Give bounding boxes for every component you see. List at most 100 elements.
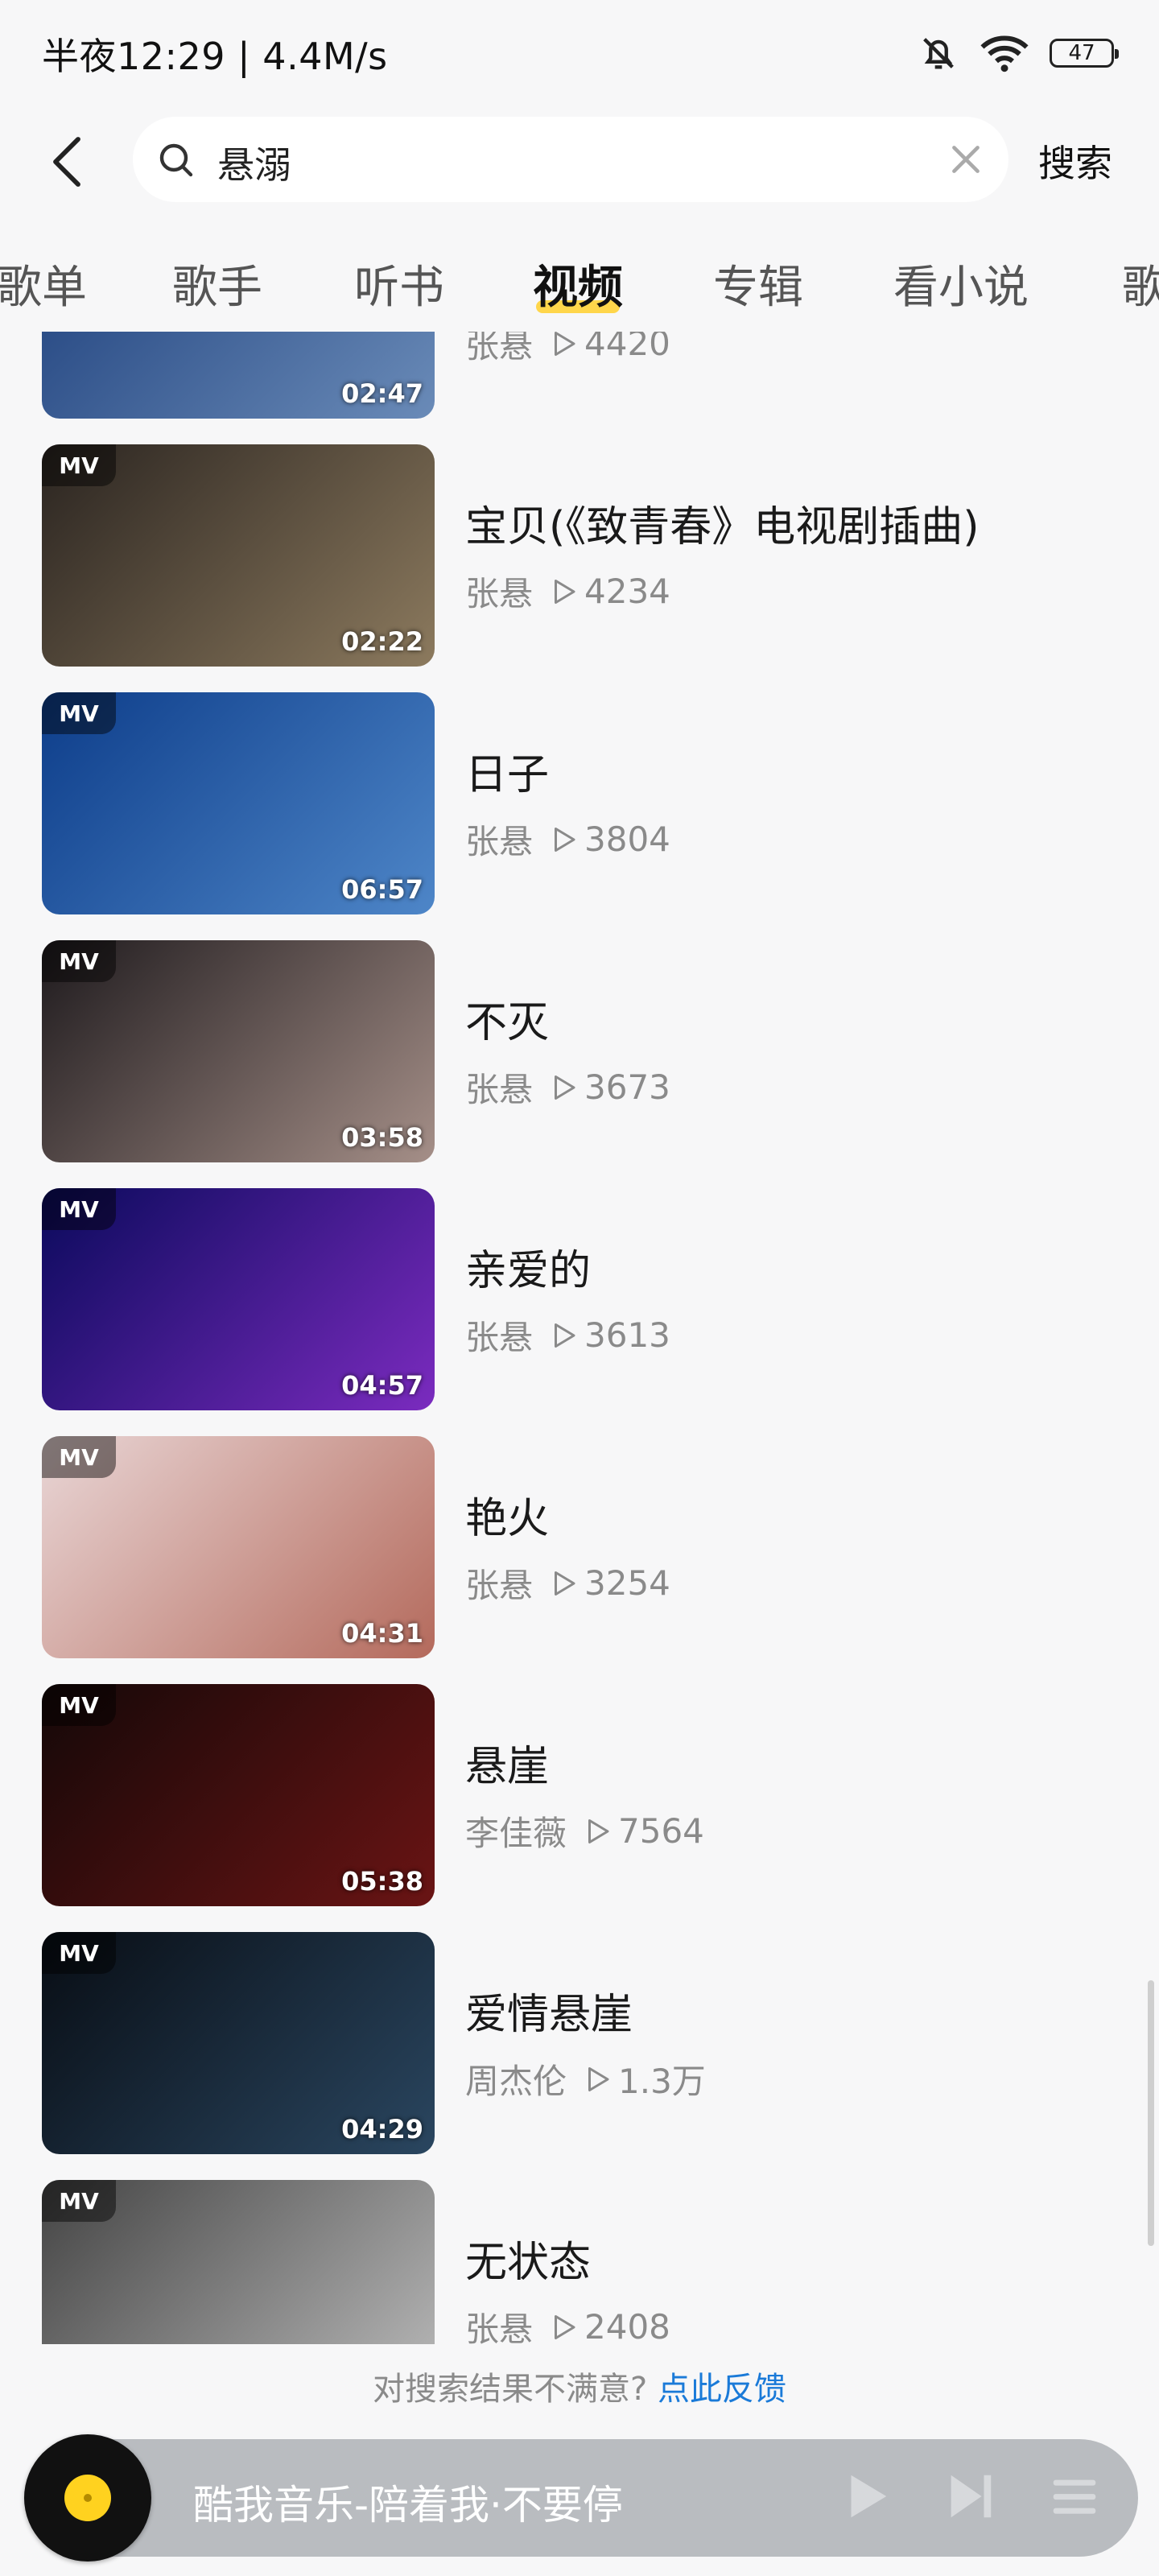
scrollbar[interactable] [1148,1980,1154,2246]
video-play-count: 1.3万 [618,2062,706,2101]
video-artist: 张悬 [465,2310,534,2344]
video-thumbnail[interactable]: MV 02:47 [42,332,435,419]
mv-badge: MV [42,692,116,734]
play-count-icon [555,579,575,604]
status-time: 半夜12:29 | 4.4M/s [42,35,388,78]
video-thumbnail[interactable]: MV 04:31 [42,1436,435,1658]
video-meta: 张悬 3613 [465,1311,670,1360]
mv-badge: MV [42,2180,116,2222]
back-arrow-icon[interactable] [47,135,87,188]
video-meta: 张悬 2408 [465,2302,670,2344]
video-meta: 张悬 3804 [465,815,670,864]
video-artist: 张悬 [465,822,534,861]
play-icon[interactable] [837,2468,893,2524]
video-item[interactable]: MV 04:29 爱情悬崖 周杰伦 1.3万 [0,1932,1159,2154]
tab-lyrics[interactable]: 歌 [1122,251,1159,316]
video-play-count: 4420 [584,332,670,363]
video-artist: 张悬 [465,1566,534,1605]
play-count-icon [555,1075,575,1100]
video-item[interactable]: MV 03:58 不灭 张悬 3673 [0,940,1159,1162]
video-title: 无状态 [465,2239,592,2287]
play-count-icon [588,2066,609,2091]
video-thumbnail[interactable]: MV 04:29 [42,1932,435,2154]
video-play-count: 3254 [584,1563,670,1603]
video-title: 不灭 [465,999,550,1047]
search-header: 悬溺 搜索 [0,113,1159,209]
play-count-icon [555,1323,575,1348]
bell-muted-icon [923,38,954,69]
video-item[interactable]: MV 04:31 艳火 张悬 3254 [0,1436,1159,1658]
search-icon [159,143,193,177]
video-meta: 周杰伦 1.3万 [465,2054,706,2103]
feedback-link[interactable]: 点此反馈 [658,2371,786,2408]
video-artist: 李佳薇 [465,1814,567,1853]
video-item[interactable]: MV 02:22 宝贝(《致青春》电视剧插曲) 张悬 4234 [0,444,1159,667]
mv-badge: MV [42,940,116,982]
mv-badge: MV [42,1188,116,1230]
video-duration: 04:31 [341,1618,423,1649]
clear-icon[interactable] [946,139,986,180]
category-tabs: 歌单 歌手 听书 视频 专辑 看小说 歌 [0,242,1159,322]
video-item[interactable]: MV 06:57 日子 张悬 3804 [0,692,1159,914]
video-duration: 04:29 [341,2114,423,2145]
video-artist: 张悬 [465,1070,534,1109]
tab-singer[interactable]: 歌手 [172,251,262,316]
playlist-icon[interactable] [1046,2468,1103,2524]
mv-badge: MV [42,444,116,486]
video-duration: 02:22 [341,626,423,657]
tab-video[interactable]: 视频 [533,251,623,316]
status-icons: 47 [918,29,1119,77]
video-item[interactable]: MV 无状态 张悬 2408 [0,2180,1159,2344]
video-duration: 06:57 [341,874,423,905]
video-title: 宝贝(《致青春》电视剧插曲) [465,503,980,551]
mv-badge: MV [42,1436,116,1478]
video-artist: 张悬 [465,574,534,613]
album-disc-icon[interactable] [24,2434,151,2562]
video-item[interactable]: MV 02:47 张悬 4420 [0,332,1159,419]
feedback-text: 对搜索结果不满意? [373,2371,648,2408]
tab-novel[interactable]: 看小说 [893,251,1029,316]
video-play-count: 7564 [618,1811,704,1851]
video-thumbnail[interactable]: MV 04:57 [42,1188,435,1410]
tab-playlist[interactable]: 歌单 [0,251,87,316]
video-meta: 张悬 4420 [465,332,670,368]
tab-audiobook[interactable]: 听书 [354,251,444,316]
video-meta: 李佳薇 7564 [465,1806,704,1856]
video-thumbnail[interactable]: MV 05:38 [42,1684,435,1906]
search-query[interactable]: 悬溺 [217,136,291,189]
search-button[interactable]: 搜索 [1038,134,1112,188]
wifi-icon [980,35,1029,72]
video-duration: 02:47 [341,378,423,409]
video-play-count: 3673 [584,1067,670,1107]
video-list: MV 02:47 张悬 4420 MV 02:22 宝贝(《致青春》电视剧插曲)… [0,332,1159,2344]
video-meta: 张悬 4234 [465,567,670,616]
video-thumbnail[interactable]: MV 06:57 [42,692,435,914]
play-count-icon [555,2314,575,2339]
video-play-count: 4234 [584,572,670,611]
search-input[interactable]: 悬溺 [133,117,1008,202]
video-item[interactable]: MV 05:38 悬崖 李佳薇 7564 [0,1684,1159,1906]
status-bar: 半夜12:29 | 4.4M/s 47 [0,0,1159,105]
video-title: 悬崖 [465,1743,550,1791]
video-title: 亲爱的 [465,1247,592,1295]
video-duration: 04:57 [341,1370,423,1401]
video-duration: 05:38 [341,1866,423,1897]
tab-album[interactable]: 专辑 [713,251,803,316]
video-thumbnail[interactable]: MV 03:58 [42,940,435,1162]
video-title: 日子 [465,751,550,799]
video-duration: 03:58 [341,1122,423,1153]
mv-badge: MV [42,1932,116,1974]
play-count-icon [555,827,575,852]
mv-badge: MV [42,1684,116,1726]
video-thumbnail[interactable]: MV 02:22 [42,444,435,667]
video-thumbnail[interactable]: MV [42,2180,435,2344]
play-count-icon [588,1818,609,1843]
mini-player[interactable]: 酷我音乐-陪着我·不要停 [24,2434,1138,2562]
video-play-count: 3804 [584,819,670,859]
video-item[interactable]: MV 04:57 亲爱的 张悬 3613 [0,1188,1159,1410]
player-now-playing[interactable]: 酷我音乐-陪着我·不要停 [193,2473,623,2531]
video-title: 艳火 [465,1495,550,1543]
video-meta: 张悬 3673 [465,1063,670,1112]
next-icon[interactable] [942,2468,998,2524]
play-count-icon [555,332,575,356]
